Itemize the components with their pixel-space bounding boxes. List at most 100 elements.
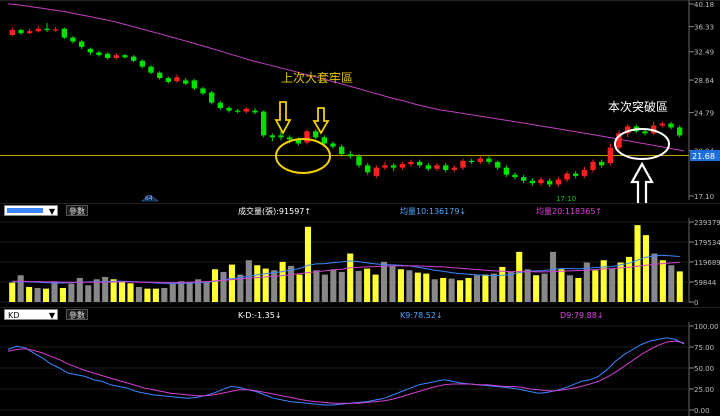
candle-body (668, 123, 674, 128)
volume-bar (254, 265, 261, 302)
candle-body (416, 161, 423, 166)
indicator-select[interactable]: KD ▼ (4, 309, 58, 320)
candle-body (486, 158, 492, 162)
breakout-zone-label: 本次突破區 (608, 100, 669, 114)
volume-bar (178, 281, 185, 302)
kd-tick-label: 25.00 (694, 386, 714, 394)
candle-body (122, 55, 128, 58)
candle-body (226, 107, 232, 111)
volume-bar (414, 272, 421, 302)
candle-body (607, 147, 614, 164)
kd-diff-label: K-D:-1.35↓ (238, 311, 282, 320)
price-tick-label: 24.79 (694, 110, 714, 118)
candle-body (200, 88, 206, 94)
volume-bar (102, 276, 109, 302)
candle-body (269, 135, 276, 138)
volume-bar (220, 271, 227, 302)
volume-bar (507, 271, 514, 302)
candle-body (87, 48, 94, 53)
volume-bar (245, 260, 252, 302)
volume-bar (440, 277, 447, 302)
kd-settings-button[interactable]: 參數 (66, 309, 88, 320)
candle-body (460, 160, 466, 168)
volume-bar (533, 275, 540, 302)
candle-body (26, 31, 33, 34)
candle-body (676, 127, 683, 136)
volume-bar (152, 288, 159, 302)
volume-settings-button[interactable]: 參數 (66, 205, 88, 216)
candle-body (529, 180, 536, 184)
volume-bar (592, 270, 599, 302)
volume-bar (161, 287, 168, 302)
arrow-down-icon (312, 107, 330, 135)
price-tick-label: 32.49 (694, 49, 714, 57)
candle-body (304, 131, 310, 143)
volume-bar (110, 279, 117, 302)
volume-bar (330, 269, 337, 302)
candle-body (321, 137, 328, 144)
candle-body (598, 161, 605, 166)
volume-bar (541, 273, 548, 302)
volume-color-select[interactable]: ▼ (4, 205, 58, 216)
kd-toolbar: KD ▼ 參數 K-D:-1.35↓ K9:78.52↓ D9:79.88↓ (0, 307, 720, 322)
volume-bar (313, 270, 320, 302)
candle-body (581, 169, 588, 176)
volume-bar (516, 251, 523, 302)
d-line (7, 340, 685, 404)
candle-body (208, 92, 215, 103)
chevron-down-icon: ▼ (48, 207, 55, 216)
volume-tick-label: 0 (694, 299, 698, 307)
volume-bar (380, 261, 388, 302)
candle-body (52, 29, 59, 31)
price-tick-label: 17.10 (694, 193, 714, 201)
volume-bar (59, 287, 66, 302)
volume-toolbar: ▼ 參數 成交量(張):91597↑ 均量10:136179↓ 均量20:118… (0, 203, 720, 218)
volume-bar (431, 279, 438, 302)
kd-panel[interactable]: 100.00 75.00 50.00 25.00 0.00 (0, 320, 720, 416)
volume-bar (135, 286, 143, 302)
candle-body (165, 78, 172, 82)
volume-panel[interactable]: 239379 179534 119689 59844 0 (0, 215, 720, 307)
price-tick-label: 40.18 (694, 1, 714, 9)
candle-body (217, 102, 224, 108)
volume-bar (279, 261, 286, 302)
candle-body (408, 161, 414, 165)
current-price-label: 21.68 (692, 152, 715, 161)
volume-bar (524, 269, 531, 302)
candle-body (468, 160, 475, 162)
volume-bar (26, 286, 33, 302)
k-label: K9:78.52↓ (400, 311, 443, 320)
candle-body (78, 41, 85, 47)
candle-body (572, 173, 579, 176)
candle-body (434, 165, 440, 169)
volume-bar (659, 260, 666, 302)
volume-bar (372, 274, 379, 302)
candle-body (330, 143, 336, 147)
candle-body (546, 180, 553, 185)
volume-bar (575, 277, 582, 302)
volume-bar (364, 268, 371, 302)
volume-bar (389, 265, 396, 302)
volume-bar (651, 253, 658, 302)
candle-body (494, 161, 501, 168)
candle-body (356, 156, 362, 166)
candle-body (312, 131, 319, 138)
candle-body (174, 77, 180, 82)
volume-bar (68, 283, 75, 302)
candle-body (520, 177, 527, 181)
volume-ma10-label: 均量10:136179↓ (400, 207, 467, 216)
volume-bar (355, 270, 362, 302)
candle-body (252, 110, 258, 113)
volume-bar (211, 269, 219, 302)
volume-bar (9, 282, 16, 302)
candle-body (148, 66, 154, 73)
candle-body (382, 165, 388, 168)
kd-tick-label: 50.00 (694, 365, 714, 373)
scroll-marker-label: 64 (145, 195, 153, 202)
candle-body (538, 179, 544, 184)
candle-body (278, 135, 284, 138)
candle-body (364, 165, 371, 173)
candle-body (96, 52, 102, 56)
volume-bar (85, 285, 92, 302)
volume-bar (51, 281, 58, 302)
